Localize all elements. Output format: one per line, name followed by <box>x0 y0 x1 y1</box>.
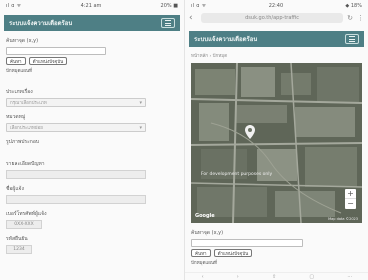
current-location-button[interactable]: ตำแหน่งปัจจุบัน <box>213 249 253 257</box>
search-input[interactable] <box>191 239 303 247</box>
search-button-row: ค้นหา ตำแหน่งปัจจุบัน <box>191 249 362 257</box>
share-icon[interactable]: ⇧ <box>272 274 276 280</box>
search-button[interactable]: ค้นหา <box>6 57 26 65</box>
app-title: ระบบแจ้งความเดือดร้อน <box>194 36 258 43</box>
type-select[interactable]: กรุณาเลือกประเภท ▾ <box>6 98 146 107</box>
search-content: ค้นหาจุด (x,y) ค้นหา ตำแหน่งปัจจุบัน ปัก… <box>185 223 368 270</box>
zoom-in-button[interactable]: + <box>345 189 356 199</box>
map-terms[interactable]: Map data ©2023 <box>328 217 358 221</box>
hamburger-menu-icon[interactable] <box>345 34 359 44</box>
back-icon[interactable]: ‹ <box>189 13 197 23</box>
search-label: ค้นหาจุด (x,y) <box>191 230 224 236</box>
photo-label: รูปภาพประกอบ <box>6 139 40 145</box>
pin-note: ปักหมุดแผนที่ <box>191 261 218 266</box>
subtype-select-value: เลือกประเภทย่อย <box>10 126 43 131</box>
satellite-map[interactable]: For development purposes only + − Google… <box>191 63 362 223</box>
app-header: ระบบแจ้งความเดือดร้อน <box>4 15 180 31</box>
type-select-value: กรุณาเลือกประเภท <box>10 101 47 106</box>
map-imagery <box>191 63 362 223</box>
current-location-button[interactable]: ตำแหน่งปัจจุบัน <box>28 57 68 65</box>
nav-forward-icon[interactable]: › <box>237 274 239 280</box>
chevron-down-icon: ▾ <box>139 99 142 106</box>
zoom-out-button[interactable]: − <box>345 199 356 209</box>
subtype-label: หมวดหมู่ <box>6 114 26 120</box>
type-label: ประเภทเรื่อง <box>6 89 33 95</box>
search-input[interactable] <box>6 47 106 55</box>
description-label: รายละเอียดปัญหา <box>6 161 45 167</box>
breadcrumb: หน้าหลัก › ปักหมุด <box>191 54 228 59</box>
search-button-row: ค้นหา ตำแหน่งปัจจุบัน <box>6 57 178 65</box>
right-phone-screen: ıl ɑ ᯤ 22:40 ◆ 18% ‹ dsuk.go.th/app-traf… <box>184 0 368 280</box>
tabs-icon[interactable]: ▢ <box>309 274 314 280</box>
code-label: รหัสยืนยัน <box>6 236 28 242</box>
nav-back-icon[interactable]: ‹ <box>202 274 204 280</box>
url-field[interactable]: dsuk.go.th/app-traffic <box>201 13 344 23</box>
pin-note: ปักหมุดแผนที่ <box>6 69 33 74</box>
app-header: ระบบแจ้งความเดือดร้อน <box>189 31 364 47</box>
description-field[interactable] <box>6 170 146 179</box>
more-icon[interactable]: ⋮ <box>357 14 364 22</box>
more-menu-icon[interactable]: ⋯ <box>347 274 352 280</box>
google-logo: Google <box>195 213 215 219</box>
search-label: ค้นหาจุด (x,y) <box>6 38 39 44</box>
browser-bar: ‹ dsuk.go.th/app-traffic ↻ ⋮ <box>185 11 368 25</box>
chevron-down-icon: ▾ <box>139 124 142 131</box>
signal-icon: ıl ɑ ᯤ <box>6 2 22 9</box>
location-pin-icon[interactable] <box>245 125 255 139</box>
search-button[interactable]: ค้นหา <box>191 249 211 257</box>
refresh-icon[interactable]: ↻ <box>347 14 353 22</box>
code-field[interactable]: 1234 <box>6 245 32 254</box>
zoom-control: + − <box>345 189 356 209</box>
phone-field[interactable]: 0XX-XXX <box>6 220 42 229</box>
status-time: 4:21 am <box>80 2 102 9</box>
browser-bottom-nav: ‹ › ⇧ ▢ ⋯ <box>185 272 368 280</box>
name-field[interactable] <box>6 195 146 204</box>
app-title: ระบบแจ้งความเดือดร้อน <box>9 20 73 27</box>
battery-status: ◆ 18% <box>345 2 362 9</box>
subtype-select[interactable]: เลือกประเภทย่อย ▾ <box>6 123 146 132</box>
phone-label: เบอร์โทรศัพท์ผู้แจ้ง <box>6 211 47 217</box>
map-dev-label: For development purposes only <box>201 172 273 177</box>
left-phone-screen: ıl ɑ ᯤ 4:21 am 20% ■ ระบบแจ้งความเดือดร้… <box>0 0 184 280</box>
signal-icon: ıl ɑ ᯤ <box>191 2 207 9</box>
name-label: ชื่อผู้แจ้ง <box>6 186 24 192</box>
status-bar: ıl ɑ ᯤ 22:40 ◆ 18% <box>185 0 368 11</box>
battery-status: 20% ■ <box>160 2 178 9</box>
status-time: 22:40 <box>268 2 284 9</box>
hamburger-menu-icon[interactable] <box>161 18 175 28</box>
form-content: ค้นหาจุด (x,y) ค้นหา ตำแหน่งปัจจุบัน ปัก… <box>0 31 184 258</box>
status-bar: ıl ɑ ᯤ 4:21 am 20% ■ <box>0 0 184 11</box>
